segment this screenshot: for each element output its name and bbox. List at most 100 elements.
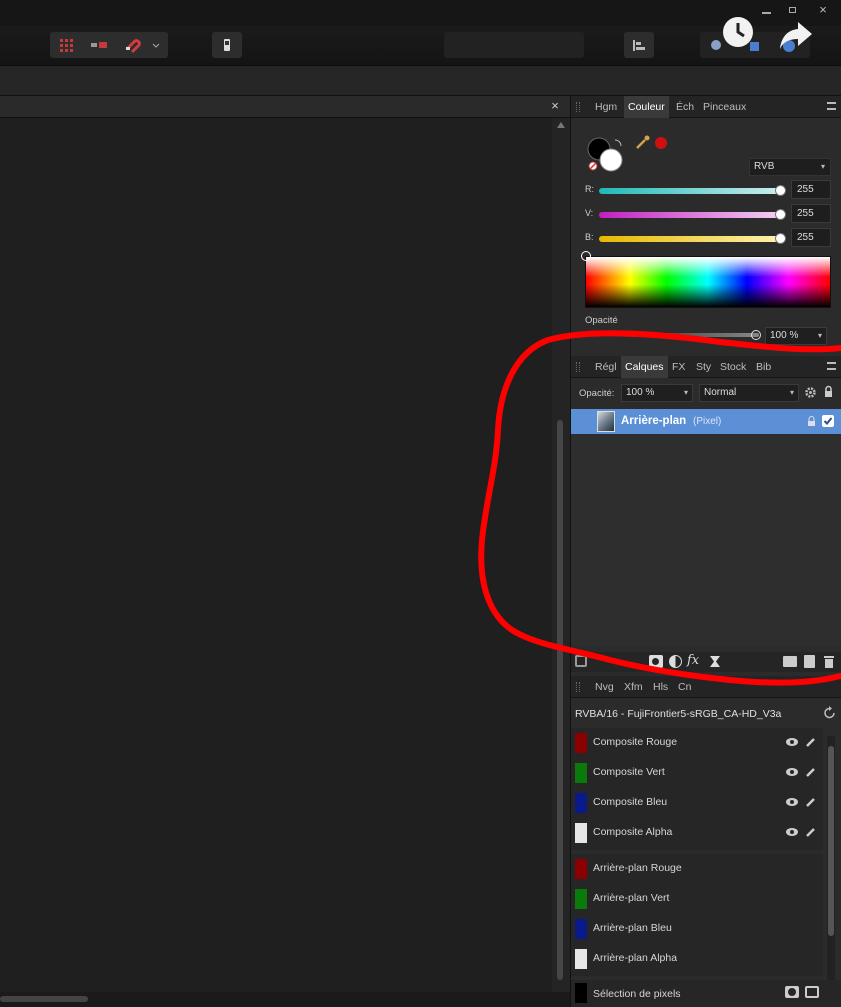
group-folder-icon[interactable] — [783, 656, 797, 667]
channel-row[interactable]: Arrière-plan Vert — [571, 884, 823, 914]
spectrum-cursor[interactable] — [581, 251, 591, 261]
eye-icon[interactable] — [785, 827, 799, 837]
blue-slider-knob[interactable] — [775, 233, 786, 244]
save-selection-icon[interactable] — [785, 986, 799, 998]
eye-icon[interactable] — [785, 767, 799, 777]
pencil-icon[interactable] — [805, 826, 817, 838]
vertical-scroll-thumb[interactable] — [557, 420, 563, 980]
panel-grip-icon[interactable] — [576, 362, 580, 372]
add-layer-icon[interactable] — [804, 655, 815, 668]
lock-icon[interactable] — [823, 385, 834, 399]
blue-slider-label: B: — [585, 232, 594, 242]
minimize-button[interactable] — [760, 4, 774, 18]
pencil-icon[interactable] — [805, 736, 817, 748]
green-slider-knob[interactable] — [775, 209, 786, 220]
tab-library[interactable]: Bib — [752, 356, 775, 378]
eye-icon[interactable] — [785, 737, 799, 747]
layer-name: Arrière-plan — [621, 415, 687, 427]
layer-row-selected[interactable]: Arrière-plan (Pixel) — [571, 409, 841, 434]
channel-swatch — [575, 793, 587, 813]
chevron-down-icon[interactable] — [150, 36, 162, 54]
channels-scrollbar[interactable] — [827, 736, 835, 986]
panel-grip-icon[interactable] — [576, 682, 580, 692]
horizontal-scroll-thumb[interactable] — [0, 996, 88, 1002]
channel-profile-label: RVBA/16 - FujiFrontier5-sRGB_CA-HD_V3a — [575, 708, 782, 720]
tab-brushes[interactable]: Pinceaux — [699, 96, 750, 118]
gear-icon[interactable] — [804, 386, 817, 399]
color-opacity-track[interactable] — [599, 333, 759, 337]
tab-navigator[interactable]: Nvg — [591, 676, 618, 698]
blend-mode-value: Normal — [704, 387, 737, 398]
panel-menu-icon[interactable] — [827, 102, 836, 110]
blend-mode-select[interactable]: Normal ▾ — [699, 384, 799, 402]
load-selection-icon[interactable] — [805, 986, 819, 998]
channel-label: Composite Rouge — [593, 736, 678, 748]
tab-color[interactable]: Couleur — [624, 96, 669, 118]
channel-row[interactable]: Arrière-plan Alpha — [571, 944, 823, 974]
blue-slider-track[interactable] — [599, 236, 783, 242]
fx-icon[interactable]: fx — [687, 653, 699, 668]
share-icon[interactable] — [778, 18, 814, 52]
eyedropper-icon[interactable] — [635, 134, 651, 150]
color-opacity-knob[interactable] — [751, 330, 761, 340]
color-spectrum[interactable] — [585, 256, 831, 308]
channels-scroll-thumb[interactable] — [828, 746, 834, 936]
align-icon[interactable] — [90, 36, 108, 54]
close-window-button[interactable]: × — [816, 2, 830, 18]
tab-layers[interactable]: Calques — [621, 356, 668, 378]
scroll-up-icon[interactable] — [557, 122, 565, 128]
tab-history[interactable]: Hls — [649, 676, 672, 698]
channel-row[interactable]: Arrière-plan Bleu — [571, 914, 823, 944]
reset-icon[interactable] — [823, 706, 837, 720]
chevron-down-icon: ▾ — [789, 388, 794, 397]
quickmask-icon[interactable] — [218, 36, 236, 54]
tab-swatches[interactable]: Éch — [672, 96, 698, 118]
eye-icon[interactable] — [785, 797, 799, 807]
delete-layer-icon[interactable] — [824, 655, 834, 668]
tab-styles[interactable]: Sty — [692, 356, 715, 378]
selection-channel-row[interactable]: Sélection de pixels — [571, 980, 841, 1007]
channel-row[interactable]: Arrière-plan Rouge — [571, 854, 823, 884]
green-slider-track[interactable] — [599, 212, 783, 218]
layers-settings-icon[interactable] — [575, 655, 587, 667]
color-wells[interactable] — [587, 136, 627, 174]
channel-row[interactable]: Composite Bleu — [571, 788, 823, 818]
red-slider-knob[interactable] — [775, 185, 786, 196]
red-slider-track[interactable] — [599, 188, 783, 194]
tab-channels[interactable]: Cn — [674, 676, 695, 698]
layer-visibility-checkbox[interactable] — [822, 415, 834, 427]
panel-menu-icon[interactable] — [827, 362, 836, 370]
picked-color-swatch[interactable] — [655, 137, 667, 149]
channel-swatch — [575, 823, 587, 843]
color-opacity-field[interactable]: 100 % ▾ — [765, 327, 827, 345]
watch-later-icon[interactable] — [722, 16, 754, 48]
green-value-field[interactable]: 255 — [791, 204, 831, 223]
adjustment-icon[interactable] — [669, 655, 682, 668]
mask-icon[interactable] — [649, 655, 663, 668]
layer-opacity-field[interactable]: 100 % ▾ — [621, 384, 693, 402]
restore-button[interactable] — [786, 3, 800, 17]
canvas-area[interactable] — [0, 118, 552, 992]
magnet-icon[interactable] — [124, 36, 142, 54]
grid-icon[interactable] — [57, 36, 75, 54]
close-document-icon[interactable]: × — [548, 99, 562, 113]
tab-transform[interactable]: Xfm — [620, 676, 647, 698]
channel-row[interactable]: Composite Alpha — [571, 818, 823, 848]
color-mode-select[interactable]: RVB ▾ — [749, 158, 831, 176]
arrange-icon[interactable] — [630, 36, 648, 54]
red-value-field[interactable]: 255 — [791, 180, 831, 199]
channel-row[interactable]: Composite Vert — [571, 758, 823, 788]
blue-value-field[interactable]: 255 — [791, 228, 831, 247]
pencil-icon[interactable] — [805, 796, 817, 808]
layer-lock-icon[interactable] — [807, 416, 816, 427]
channel-row[interactable]: Composite Rouge — [571, 728, 823, 758]
composite-channels-list: Composite Rouge Composite Vert Composite… — [571, 728, 823, 850]
pencil-icon[interactable] — [805, 766, 817, 778]
live-filter-icon[interactable] — [709, 655, 721, 668]
panel-grip-icon[interactable] — [576, 102, 580, 112]
tab-stock[interactable]: Stock — [716, 356, 750, 378]
red-slider-label: R: — [585, 184, 594, 194]
tab-fx[interactable]: FX — [668, 356, 689, 378]
tab-adjustments[interactable]: Régl — [591, 356, 621, 378]
tab-histogram[interactable]: Hgm — [591, 96, 621, 118]
